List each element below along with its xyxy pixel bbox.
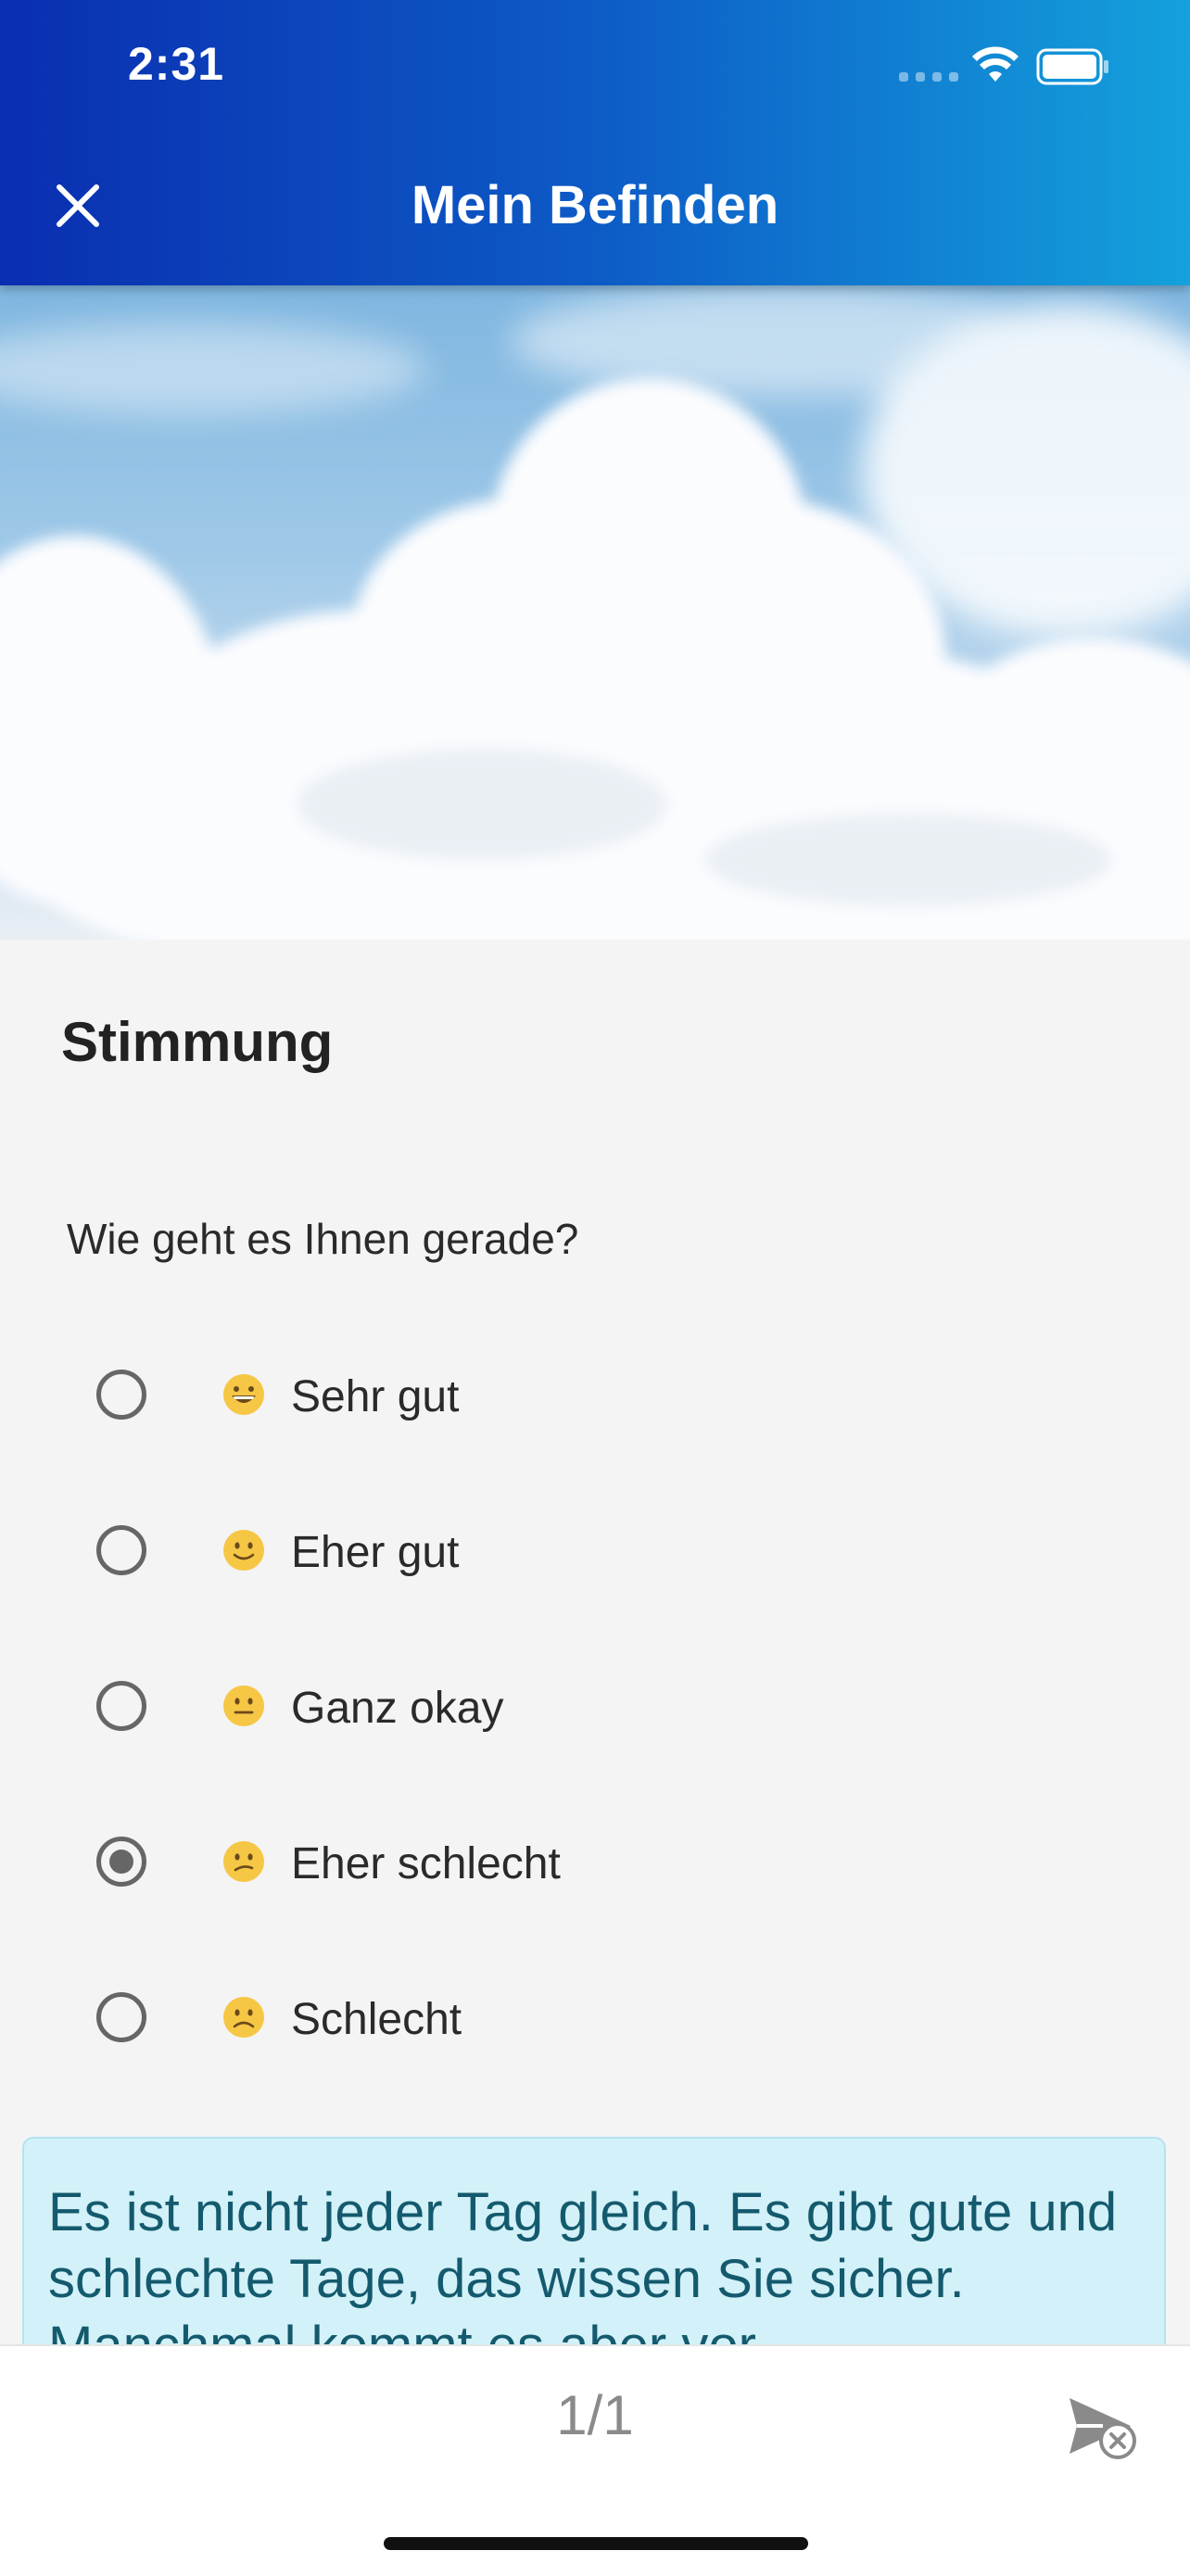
option-label: Schlecht [291,1995,462,2044]
battery-icon [1036,48,1108,85]
mood-option[interactable]: Ganz okay [0,1636,1190,1775]
option-label: Eher schlecht [291,1839,561,1888]
mood-option[interactable]: Eher schlecht [0,1792,1190,1931]
send-disabled-icon[interactable] [1066,2389,1140,2463]
status-time: 2:31 [128,38,225,90]
radio-button[interactable] [96,1525,146,1575]
option-label: Sehr gut [291,1372,460,1421]
radio-button[interactable] [96,1681,146,1731]
info-card: Es ist nicht jeder Tag gleich. Es gibt g… [22,2137,1166,2378]
app-header: 2:31 Mein Befinden [0,0,1190,285]
radio-button[interactable] [96,1992,146,2042]
confused-face-icon [223,1841,264,1882]
section-title: Stimmung [61,1011,334,1073]
slightly-smiling-face-icon [223,1530,264,1571]
grinning-face-icon [223,1374,264,1415]
question-text: Wie geht es Ihnen gerade? [67,1215,579,1263]
radio-button-selected[interactable] [96,1837,146,1887]
slightly-frowning-face-icon [223,1997,264,2038]
mood-option[interactable]: Sehr gut [0,1325,1190,1464]
page-title: Mein Befinden [411,175,779,235]
wifi-icon [972,46,1019,82]
option-label: Ganz okay [291,1684,504,1733]
page-indicator: 1/1 [556,2384,634,2446]
option-label: Eher gut [291,1528,460,1577]
mood-option[interactable]: Schlecht [0,1948,1190,2087]
cellular-signal-icon [899,72,958,82]
sky-hero-image [0,285,1190,940]
neutral-face-icon [223,1686,264,1726]
mood-option[interactable]: Eher gut [0,1481,1190,1620]
radio-button[interactable] [96,1370,146,1420]
home-indicator [384,2537,808,2550]
